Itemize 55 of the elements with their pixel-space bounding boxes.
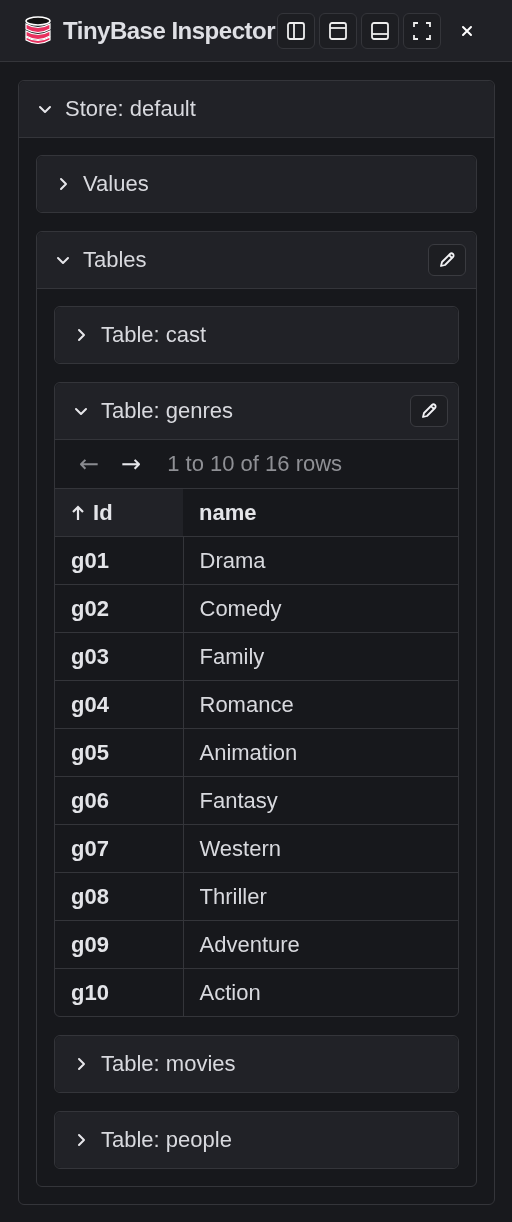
- section-title: Tables: [83, 247, 148, 273]
- row-id: g04: [71, 691, 109, 717]
- dock-left-button[interactable]: [276, 12, 315, 49]
- row-id: g03: [71, 643, 109, 669]
- table-cell: Action: [199, 979, 261, 1005]
- next-page-button[interactable]: →: [121, 450, 142, 478]
- database-logo-icon: [24, 15, 52, 46]
- row-id: g01: [71, 547, 109, 573]
- panel-top-icon: [327, 20, 348, 41]
- dock-top-button[interactable]: [318, 12, 357, 49]
- row-id: g08: [71, 883, 109, 909]
- table-cell: Thriller: [199, 883, 267, 909]
- close-icon: [459, 23, 474, 38]
- section-header[interactable]: Tables: [37, 232, 476, 289]
- row-id: g09: [71, 931, 109, 957]
- sidebar-left-icon: [285, 20, 306, 41]
- row-id: g10: [71, 979, 109, 1005]
- app-title: TinyBase Inspector: [63, 16, 275, 45]
- pencil-icon: [419, 401, 439, 421]
- table-title: Table: movies: [101, 1051, 237, 1077]
- sort-up-icon: [71, 504, 85, 521]
- store-title: Store: default: [65, 96, 197, 122]
- section-header[interactable]: Values: [37, 156, 476, 212]
- store-header[interactable]: Store: default: [19, 81, 494, 138]
- table-cell: Animation: [199, 739, 298, 765]
- row-id: g07: [71, 835, 109, 861]
- table-header[interactable]: Table: movies: [55, 1036, 458, 1092]
- table-header[interactable]: Table: genres: [55, 383, 458, 440]
- table-cell: Western: [199, 835, 281, 861]
- table-cell: Comedy: [199, 595, 282, 621]
- fullscreen-button[interactable]: [402, 12, 441, 49]
- table-header[interactable]: Table: people: [55, 1112, 458, 1168]
- table-cell: Drama: [199, 547, 266, 573]
- table-title: Table: people: [101, 1127, 233, 1153]
- row-id: g02: [71, 595, 109, 621]
- table-cell: Fantasy: [199, 787, 278, 813]
- table-cell: Romance: [199, 691, 294, 717]
- panel-bottom-icon: [369, 20, 390, 41]
- column-header[interactable]: name: [183, 489, 458, 537]
- table-cell: Family: [199, 643, 265, 669]
- edit-button[interactable]: [428, 244, 466, 276]
- fullscreen-icon: [411, 20, 432, 41]
- table-cell: Adventure: [199, 931, 300, 957]
- previous-page-button[interactable]: ←: [79, 450, 100, 478]
- edit-button[interactable]: [410, 395, 448, 427]
- row-id: g06: [71, 787, 109, 813]
- table-title: Table: genres: [101, 398, 235, 424]
- pencil-icon: [437, 250, 457, 270]
- dock-bottom-button[interactable]: [360, 12, 399, 49]
- row-id: g05: [71, 739, 109, 765]
- pagination-info: 1 to 10 of 16 rows: [167, 451, 343, 477]
- column-header[interactable]: Id: [55, 489, 183, 537]
- table-header[interactable]: Table: cast: [55, 307, 458, 363]
- table-title: Table: cast: [101, 322, 208, 348]
- section-title: Values: [83, 171, 150, 197]
